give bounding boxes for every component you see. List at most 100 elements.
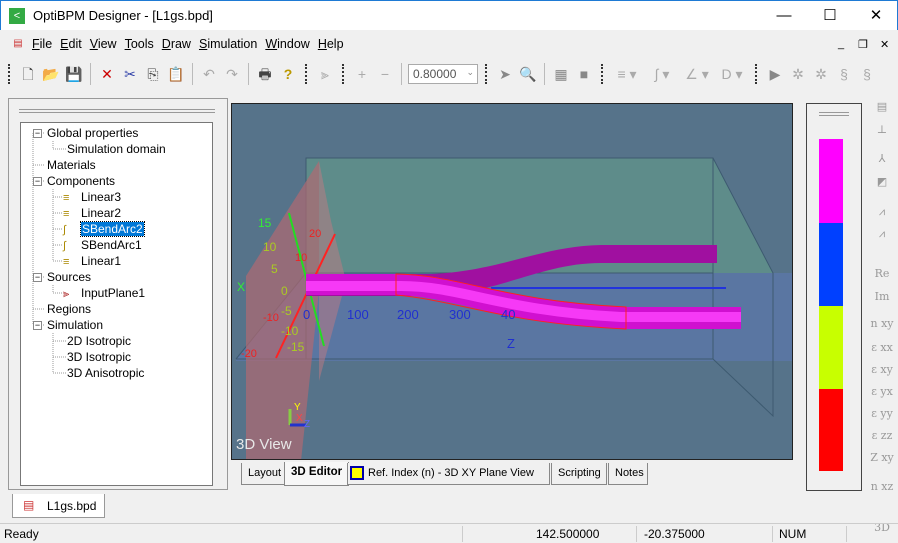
run-icon[interactable]: ▶ [765, 64, 785, 84]
select-pointer-icon[interactable]: ➤ [495, 64, 515, 84]
zoom-tool-icon[interactable]: 🔍 [518, 64, 538, 84]
tree-item-sources[interactable]: − Sources [33, 269, 91, 285]
open-icon[interactable]: 📂 [41, 64, 61, 84]
lens-icon[interactable]: D ▾ [716, 64, 748, 84]
menu-view[interactable]: View [86, 37, 121, 51]
tab-3d-editor[interactable]: 3D Editor [284, 462, 350, 486]
tree-item-regions[interactable]: Regions [47, 301, 91, 317]
app-logo-icon: < [9, 8, 25, 24]
new-icon[interactable]: 🗋 [18, 64, 38, 84]
tab-scripting[interactable]: Scripting [551, 463, 607, 485]
menu-simulation[interactable]: Simulation [195, 37, 261, 51]
help-icon[interactable]: ? [278, 64, 298, 84]
x-tick-label: 20 [309, 228, 321, 240]
project-tree: − Global properties Simulation domain Mat… [20, 122, 213, 486]
tree-item-sbendarc2[interactable]: ∫ SBendArc2 [63, 221, 145, 237]
z-xy-button[interactable]: Z xy [870, 451, 894, 464]
chart-icon[interactable]: ⩘ [870, 205, 894, 219]
document-icon: ▤ [13, 38, 23, 49]
zoom-in-icon[interactable]: + [352, 64, 372, 84]
3d-view-canvas[interactable]: 0 100 200 300 40 Z 15 10 5 0 -5 -10 -15 … [231, 103, 793, 460]
tree-item-linear1[interactable]: ≡ Linear1 [63, 253, 121, 269]
tab-notes[interactable]: Notes [608, 463, 648, 485]
3d-axes-icon[interactable]: ⅄ [870, 152, 894, 165]
tree-item-3d-isotropic[interactable]: 3D Isotropic [67, 349, 131, 365]
paste-icon[interactable]: 📋 [166, 64, 186, 84]
taper-icon[interactable]: ∠ ▾ [681, 64, 713, 84]
menu-tools[interactable]: Tools [121, 37, 158, 51]
maximize-button[interactable]: ☐ [807, 1, 853, 31]
menu-edit[interactable]: Edit [56, 37, 86, 51]
tree-item-materials[interactable]: Materials [47, 157, 96, 173]
input-plane-icon[interactable]: ⫸ [315, 64, 335, 84]
minimize-button[interactable]: — [761, 1, 807, 31]
menu-window[interactable]: Window [261, 37, 313, 51]
menu-draw[interactable]: Draw [158, 37, 195, 51]
eps-zz-button[interactable]: ε zz [870, 429, 894, 442]
tree-item-simulation[interactable]: − Simulation [33, 317, 103, 333]
collapse-icon[interactable]: − [33, 321, 42, 330]
mdi-restore-button[interactable]: ❐ [858, 38, 868, 51]
tree-item-components[interactable]: − Components [33, 173, 115, 189]
axes-icon[interactable]: ⊥ [870, 123, 894, 136]
menu-bar: ▤ File Edit View Tools Draw Simulation W… [0, 30, 898, 58]
toolbar-grip[interactable] [8, 64, 11, 84]
tab-layout[interactable]: Layout [241, 463, 289, 485]
menu-file[interactable]: File [28, 37, 56, 51]
print-icon[interactable]: 🖶 [255, 64, 275, 84]
calculator-icon[interactable]: ▤ [870, 100, 894, 113]
n-xz-button[interactable]: n xz [870, 480, 894, 493]
pattern-icon[interactable]: ◩ [870, 175, 894, 188]
y-tick-label: -15 [287, 340, 305, 354]
collapse-icon[interactable]: − [33, 129, 42, 138]
script-run-icon[interactable]: § [834, 64, 854, 84]
cut-icon[interactable]: ✂ [120, 64, 140, 84]
tree-item-global-properties[interactable]: − Global properties [33, 125, 138, 141]
tree-item-sbendarc1[interactable]: ∫ SBendArc1 [63, 237, 142, 253]
simulate-2d-icon[interactable]: ✲ [788, 64, 808, 84]
sbend-icon[interactable]: ∫ ▾ [646, 64, 678, 84]
zoom-out-icon[interactable]: − [375, 64, 395, 84]
redo-icon[interactable]: ↷ [222, 64, 242, 84]
eps-xx-button[interactable]: ε xx [870, 341, 894, 354]
zoom-select[interactable]: 0.80000 ⌄ [408, 64, 478, 84]
tree-item-3d-anisotropic[interactable]: 3D Anisotropic [67, 365, 144, 381]
tree-item-linear2[interactable]: ≡ Linear2 [63, 205, 121, 221]
script-icon[interactable]: § [857, 64, 877, 84]
eps-yx-button[interactable]: ε yx [870, 385, 894, 398]
undo-icon[interactable]: ↶ [199, 64, 219, 84]
tree-item-2d-isotropic[interactable]: 2D Isotropic [67, 333, 131, 349]
z-tick-label: 200 [397, 307, 419, 322]
tree-item-inputplane1[interactable]: ⫸ InputPlane1 [63, 285, 145, 301]
status-text: Ready [4, 527, 39, 541]
copy-icon[interactable]: ⎘ [143, 64, 163, 84]
sbend-icon: ∫ [63, 224, 67, 236]
imag-part-button[interactable]: Im [870, 290, 894, 303]
simulate-3d-icon[interactable]: ✲ [811, 64, 831, 84]
eps-xy-button[interactable]: ε xy [870, 363, 894, 376]
save-icon[interactable]: 💾 [64, 64, 84, 84]
linear-waveguide-icon[interactable]: ≡ ▾ [611, 64, 643, 84]
menu-help[interactable]: Help [314, 37, 348, 51]
tree-item-linear3[interactable]: ≡ Linear3 [63, 189, 121, 205]
eps-yy-button[interactable]: ε yy [870, 407, 894, 420]
collapse-icon[interactable]: − [33, 177, 42, 186]
tab-ref-index[interactable]: Ref. Index (n) - 3D XY Plane View [347, 463, 550, 485]
colorbar-segment [819, 223, 843, 306]
collapse-icon[interactable]: − [33, 273, 42, 282]
grid-icon[interactable]: ▦ [551, 64, 571, 84]
colorbar-panel [806, 103, 862, 491]
n-xy-button[interactable]: n xy [870, 317, 894, 330]
document-tab[interactable]: ▤ L1gs.bpd [12, 494, 105, 518]
delete-icon[interactable]: ✕ [97, 64, 117, 84]
x-axis-label: X [237, 280, 245, 294]
tree-item-simulation-domain[interactable]: Simulation domain [67, 141, 166, 157]
y-tick-label: 10 [263, 240, 277, 254]
mdi-close-button[interactable]: ✕ [880, 38, 889, 51]
close-button[interactable]: ✕ [853, 1, 898, 31]
mdi-minimize-button[interactable]: _ [838, 38, 844, 50]
document-icon: ▤ [23, 498, 35, 512]
chart2-icon[interactable]: ⩘ [870, 227, 894, 241]
real-part-button[interactable]: Re [870, 267, 894, 280]
camera-icon[interactable]: ■ [574, 64, 594, 84]
